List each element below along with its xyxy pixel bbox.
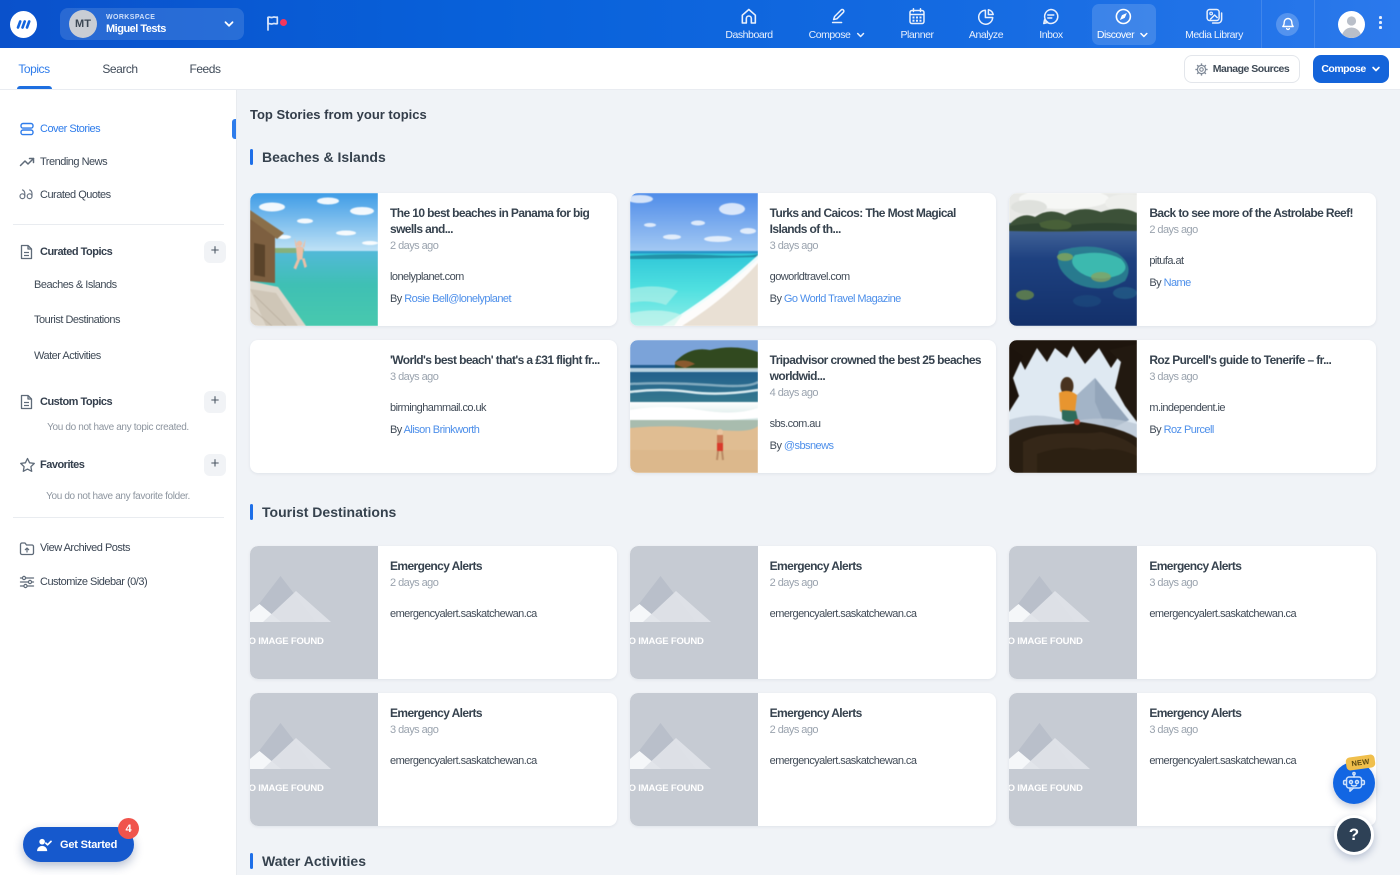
svg-text:NO IMAGE FOUND: NO IMAGE FOUND xyxy=(630,783,704,794)
svg-text:NO IMAGE FOUND: NO IMAGE FOUND xyxy=(250,636,324,647)
svg-text:NO IMAGE FOUND: NO IMAGE FOUND xyxy=(630,636,704,647)
svg-text:NO IMAGE FOUND: NO IMAGE FOUND xyxy=(1009,636,1083,647)
svg-text:NO IMAGE FOUND: NO IMAGE FOUND xyxy=(1009,783,1083,794)
svg-text:NO IMAGE FOUND: NO IMAGE FOUND xyxy=(250,783,324,794)
